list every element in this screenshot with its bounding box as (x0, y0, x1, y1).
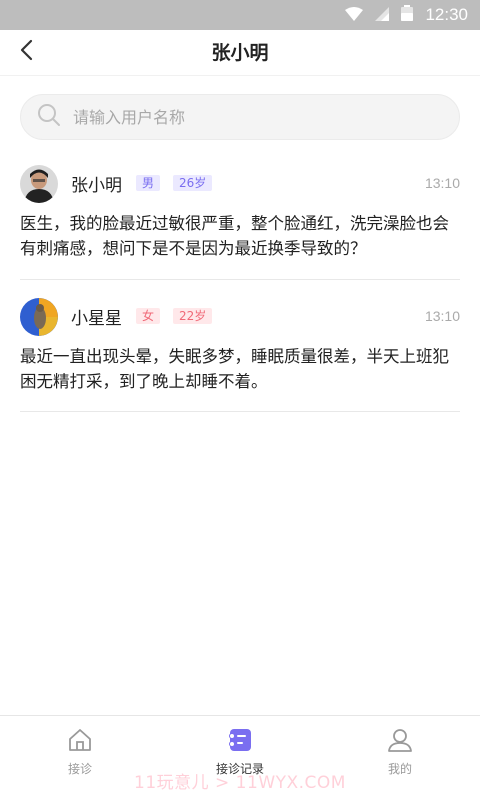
search-input[interactable] (73, 107, 433, 127)
battery-icon (401, 5, 414, 25)
record-time: 13:10 (424, 308, 460, 324)
age-tag: 22岁 (173, 308, 213, 324)
search-icon (37, 103, 61, 131)
gender-tag: 女 (136, 308, 161, 324)
gender-tag: 男 (136, 175, 161, 191)
patient-name: 张小明 (71, 176, 122, 196)
status-time: 12:30 (425, 5, 468, 24)
record-time: 13:10 (424, 175, 460, 191)
age-tag: 26岁 (173, 175, 213, 191)
signal-icon (375, 6, 390, 25)
avatar (20, 165, 58, 203)
wifi-icon (345, 6, 364, 25)
avatar (20, 298, 58, 336)
app-header: 张小明 (0, 30, 480, 76)
record-content: 最近一直出现头晕，失眠多梦，睡眠质量很差，半天上班犯困无精打采，到了晚上却睡不着… (20, 347, 449, 391)
search-bar[interactable] (20, 94, 460, 140)
records-icon (227, 727, 253, 757)
home-icon (67, 727, 93, 757)
list-item[interactable]: 小星星 女 22岁 13:10 最近一直出现头晕，失眠多梦，睡眠质量很差，半天上… (20, 298, 460, 391)
page-title: 张小明 (211, 42, 269, 64)
divider (20, 411, 460, 412)
list-item[interactable]: 张小明 男 26岁 13:10 医生，我的脸最近过敏很严重，整个脸通红，洗完澡脸… (20, 165, 460, 258)
record-content: 医生，我的脸最近过敏很严重，整个脸通红，洗完澡脸也会有刺痛感，想问下是不是因为最… (20, 214, 449, 258)
patient-name: 小星星 (71, 309, 122, 329)
status-bar: 12:30 (0, 0, 480, 30)
watermark: 11玩意儿 > 11WYX.COM (134, 773, 346, 793)
profile-icon (387, 727, 413, 757)
divider (20, 279, 460, 280)
